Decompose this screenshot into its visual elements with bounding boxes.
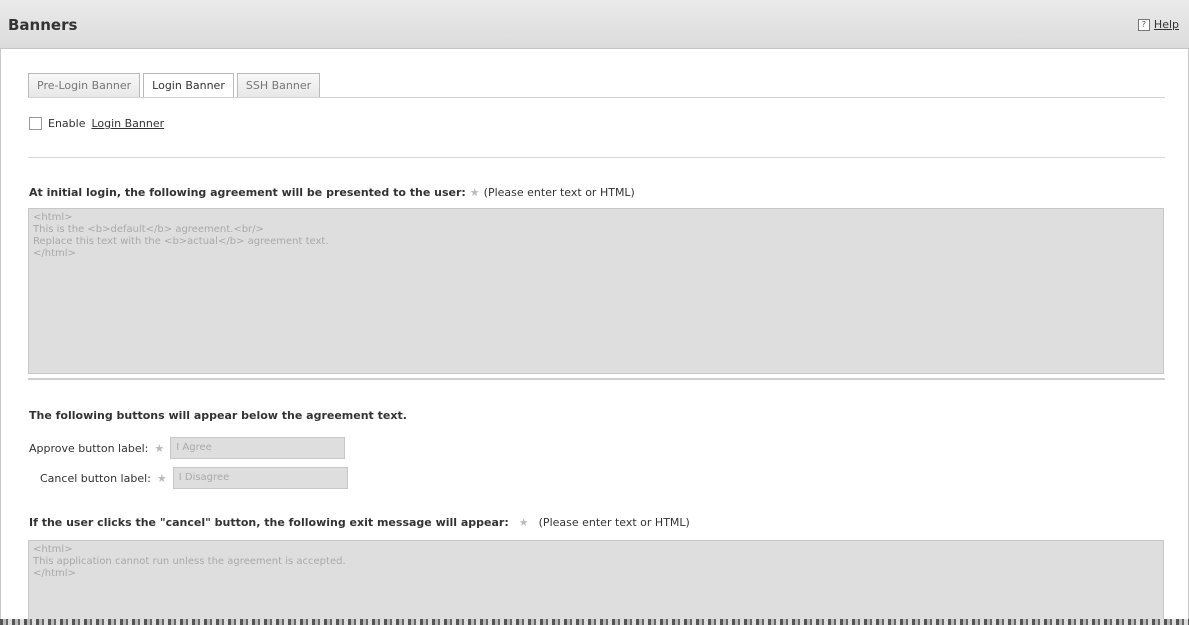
approve-label-input[interactable]: I Agree: [170, 437, 346, 459]
approve-label-row: Approve button label: ★ I Agree: [29, 437, 346, 459]
required-star-icon: ★: [469, 186, 480, 199]
approve-field-label: Approve button label:: [29, 441, 149, 455]
page-title: Banners: [8, 16, 78, 34]
agreement-note: (Please enter text or HTML): [483, 186, 635, 199]
help-label: Help: [1153, 18, 1179, 31]
banner-tabs: Pre-Login Banner Login Banner SSH Banner: [28, 73, 323, 99]
tab-ssh-banner[interactable]: SSH Banner: [236, 73, 321, 98]
help-button[interactable]: ? Help: [1137, 18, 1179, 31]
help-icon: ?: [1137, 18, 1150, 31]
required-star-icon: ★: [156, 471, 167, 485]
exit-message-textarea[interactable]: <html> This application cannot run unles…: [28, 540, 1164, 620]
exit-message-note: (Please enter text or HTML): [538, 516, 690, 529]
buttons-section-label: The following buttons will appear below …: [29, 409, 407, 422]
tab-divider: [28, 97, 1165, 98]
cancel-field-label: Cancel button label:: [40, 471, 151, 485]
required-star-icon: ★: [518, 516, 529, 529]
enable-label: Enable: [48, 117, 86, 130]
cropped-edge: [0, 619, 1189, 625]
agreement-section-label: At initial login, the following agreemen…: [29, 186, 635, 199]
agreement-textarea[interactable]: <html> This is the <b>default</b> agreem…: [28, 208, 1164, 374]
page-header: Banners ? Help: [0, 0, 1189, 49]
exit-message-section-label: If the user clicks the "cancel" button, …: [29, 516, 690, 529]
cancel-label-row: Cancel button label: ★ I Disagree: [40, 467, 348, 489]
cancel-label-input[interactable]: I Disagree: [172, 467, 348, 489]
divider: [28, 378, 1165, 380]
enable-login-banner-row: Enable Login Banner: [29, 117, 164, 130]
tab-pre-login-banner[interactable]: Pre-Login Banner: [28, 73, 141, 98]
divider: [28, 157, 1165, 158]
tab-login-banner[interactable]: Login Banner: [143, 73, 234, 99]
enable-login-banner-checkbox[interactable]: [29, 117, 42, 130]
required-star-icon: ★: [154, 441, 165, 455]
agreement-label: At initial login, the following agreemen…: [29, 186, 466, 199]
exit-message-label: If the user clicks the "cancel" button, …: [29, 516, 509, 529]
login-banner-link[interactable]: Login Banner: [91, 117, 164, 130]
